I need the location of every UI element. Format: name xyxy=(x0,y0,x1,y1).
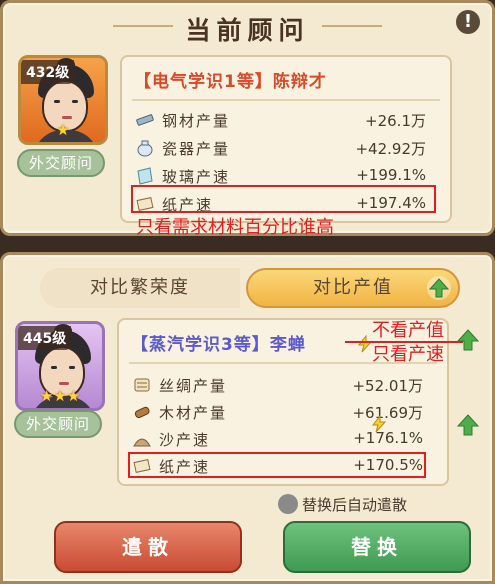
page-title: 当前顾问 xyxy=(185,16,310,45)
stat-value: +199.1% xyxy=(356,166,426,184)
porcelain-icon xyxy=(137,140,153,157)
candidate-advisor-avatar[interactable]: 445级 ★★★ xyxy=(15,321,105,411)
eye xyxy=(72,100,78,103)
arrow-up-icon xyxy=(456,414,480,436)
stat-name: 瓷器产量 xyxy=(162,140,231,158)
mouth xyxy=(59,382,69,385)
sand-icon xyxy=(133,438,151,447)
replace-button[interactable]: 替换 xyxy=(283,521,471,573)
stat-value: +176.1% xyxy=(353,429,423,447)
tab-compare-prosperity[interactable]: 对比繁荣度 xyxy=(40,268,240,308)
stat-value: +42.92万 xyxy=(355,140,426,158)
glass-icon xyxy=(137,167,153,185)
eye xyxy=(69,366,75,369)
highlight-box xyxy=(128,452,426,478)
auto-dismiss-label: 替换后自动遣散 xyxy=(302,496,408,514)
arrow-up-icon xyxy=(427,276,451,300)
advisor-name: 【电气学识1等】陈辩才 xyxy=(134,72,327,92)
wood-icon xyxy=(134,406,150,419)
advisor-name: 【蒸汽学识3等】李蝉 xyxy=(131,335,306,355)
level-tag: 432级 xyxy=(21,60,75,84)
stat-row: 瓷器产量 +42.92万 xyxy=(136,137,426,161)
stat-name: 木材产量 xyxy=(159,404,228,422)
stat-value: +52.01万 xyxy=(352,377,423,395)
stat-row: 钢材产量 +26.1万 xyxy=(136,109,426,133)
annotation-text: 只看需求材料百分比谁高 xyxy=(136,217,334,238)
current-advisor-avatar[interactable]: 432级 ★ xyxy=(18,55,108,145)
star-rating: ★ xyxy=(56,121,70,139)
stat-name: 钢材产量 xyxy=(162,112,231,130)
eye xyxy=(51,366,57,369)
annotation-text: 不看产值 xyxy=(372,320,444,341)
arrow-up-icon xyxy=(456,329,480,351)
dismiss-button[interactable]: 遣散 xyxy=(54,521,242,573)
highlight-box xyxy=(131,185,436,213)
role-badge: 外交顾问 xyxy=(17,149,105,177)
annotation-text: 只看产速 xyxy=(372,344,444,365)
silk-icon xyxy=(134,378,150,392)
eye xyxy=(54,100,60,103)
stat-value: +26.1万 xyxy=(365,112,426,130)
role-badge: 外交顾问 xyxy=(14,410,102,438)
star-rating: ★★★ xyxy=(39,387,81,405)
auto-dismiss-toggle[interactable] xyxy=(278,494,298,514)
compare-toggle: 对比繁荣度 对比产值 xyxy=(40,268,460,308)
stat-row: 丝绸产量 +52.01万 xyxy=(133,374,423,398)
lightning-icon xyxy=(371,415,387,433)
title-ornament xyxy=(322,25,382,27)
tab-compare-output-label: 对比产值 xyxy=(313,277,393,298)
info-icon[interactable]: ! xyxy=(456,10,480,34)
divider xyxy=(132,99,440,101)
level-tag: 445级 xyxy=(18,326,72,350)
current-advisor-panel: 当前顾问 ! 432级 ★ 外交顾问 【电气学识1等】陈辩才 钢材产量 +26.… xyxy=(0,0,495,238)
stat-name: 玻璃产速 xyxy=(162,168,231,186)
steel-icon xyxy=(136,114,154,126)
stat-name: 沙产速 xyxy=(159,431,211,449)
stat-name: 丝绸产量 xyxy=(159,377,228,395)
mouth xyxy=(62,116,72,119)
